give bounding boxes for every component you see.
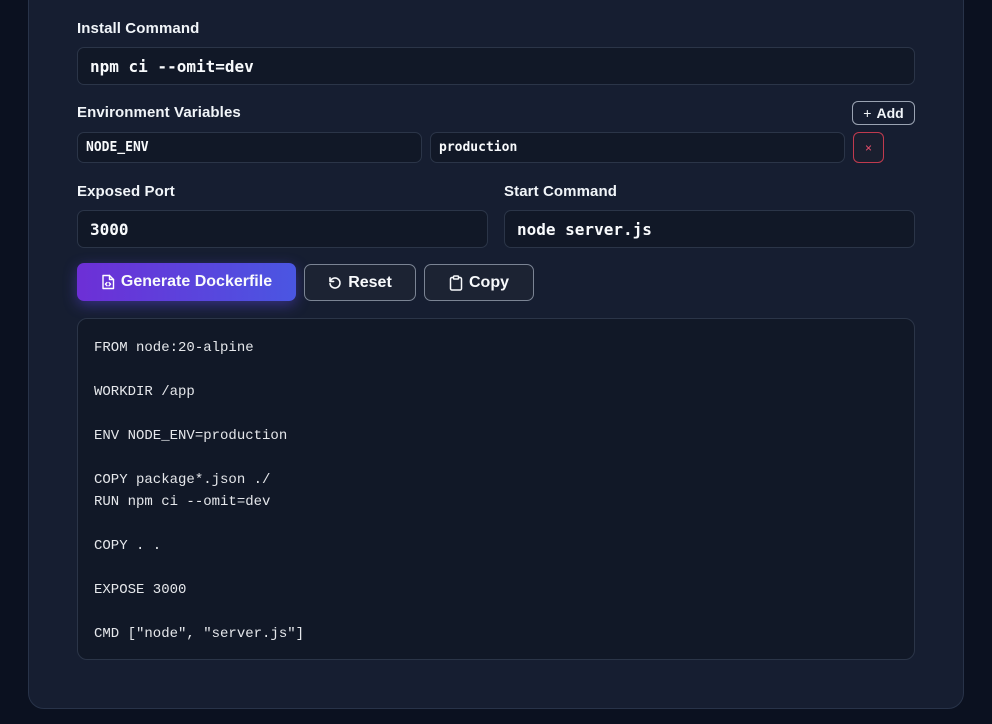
dockerfile-output[interactable]: FROM node:20-alpine WORKDIR /app ENV NOD…: [77, 318, 915, 660]
copy-button[interactable]: Copy: [424, 264, 534, 301]
plus-icon: +: [863, 105, 872, 121]
copy-label: Copy: [469, 273, 509, 291]
start-command-input[interactable]: node server.js: [504, 210, 915, 248]
reset-label: Reset: [348, 273, 392, 291]
generate-dockerfile-label: Generate Dockerfile: [120, 273, 273, 290]
add-env-var-button[interactable]: + Add: [852, 101, 915, 125]
add-env-var-label: Add: [876, 105, 904, 121]
dockerfile-output-text: FROM node:20-alpine WORKDIR /app ENV NOD…: [94, 340, 305, 642]
environment-variables-label: Environment Variables: [77, 104, 241, 121]
clipboard-icon: [449, 274, 463, 291]
env-var-value-input[interactable]: production: [430, 132, 845, 163]
reset-button[interactable]: Reset: [304, 264, 416, 301]
rotate-ccw-icon: [328, 276, 342, 290]
env-var-key-input[interactable]: NODE_ENV: [77, 132, 422, 163]
install-command-label: Install Command: [77, 20, 200, 37]
remove-env-var-button[interactable]: ×: [853, 132, 884, 163]
generate-dockerfile-button[interactable]: Generate Dockerfile: [77, 263, 296, 301]
install-command-input[interactable]: npm ci --omit=dev: [77, 47, 915, 85]
start-command-label: Start Command: [504, 183, 617, 200]
exposed-port-label: Exposed Port: [77, 183, 175, 200]
exposed-port-input[interactable]: 3000: [77, 210, 488, 248]
close-icon: ×: [864, 140, 872, 155]
file-code-icon: [101, 274, 115, 290]
